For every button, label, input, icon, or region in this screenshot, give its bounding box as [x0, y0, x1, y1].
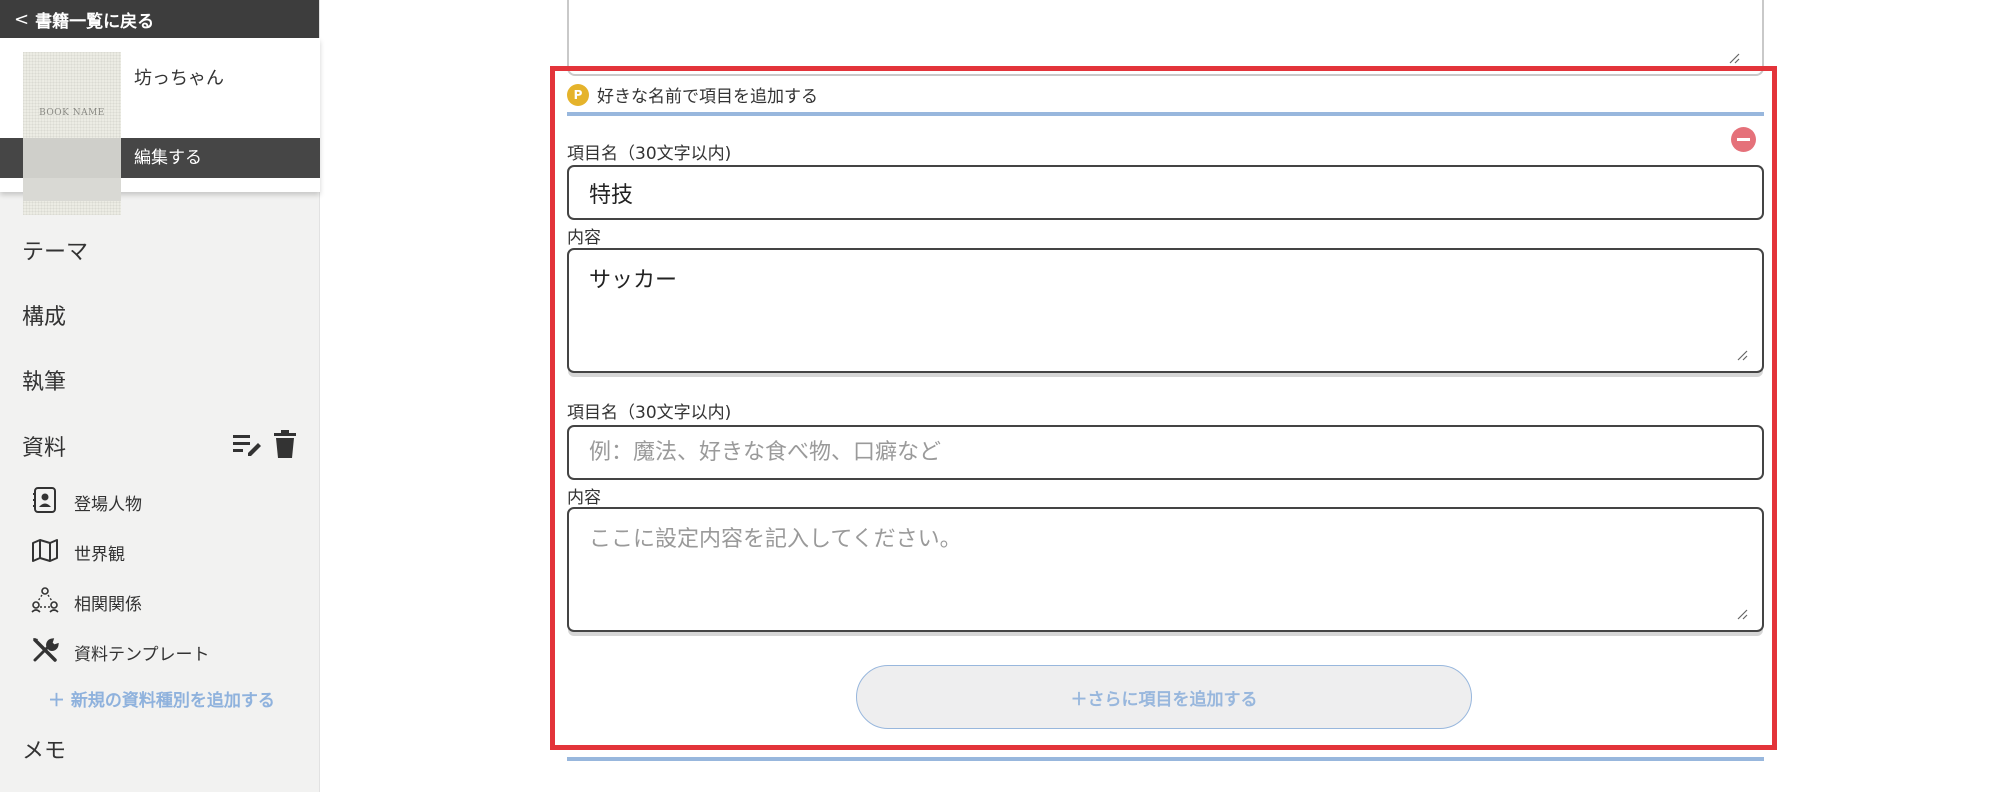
map-icon: [30, 535, 60, 570]
item-content-textarea[interactable]: サッカー: [567, 248, 1764, 373]
item-name-input[interactable]: [567, 425, 1764, 480]
bottom-divider: [567, 757, 1764, 761]
item-name-input[interactable]: [567, 165, 1764, 220]
nav-memo[interactable]: メモ: [22, 733, 66, 765]
book-title: 坊っちゃん: [134, 68, 224, 89]
person-card-icon: [30, 485, 60, 520]
material-item-relations[interactable]: 相関関係: [30, 585, 142, 620]
section-divider: [567, 112, 1764, 116]
tools-icon: [30, 635, 60, 670]
resize-grip-icon[interactable]: [1736, 608, 1748, 620]
sidebar: < 書籍一覧に戻る BOOK NAME 坊っちゃん 編集する テーマ 構成 執筆…: [0, 0, 320, 792]
item-name-label: 項目名（30文字以内): [567, 144, 732, 164]
add-material-type-link[interactable]: ＋ 新規の資料種別を追加する: [48, 686, 275, 711]
material-item-label: 世界観: [74, 545, 125, 565]
section-heading: P 好きな名前で項目を追加する: [567, 82, 818, 107]
material-item-world[interactable]: 世界観: [30, 535, 125, 570]
book-card: BOOK NAME 坊っちゃん 編集する: [0, 38, 320, 215]
cover-strip: [23, 138, 121, 178]
add-more-items-button[interactable]: ＋さらに項目を追加する: [856, 665, 1472, 729]
nav-materials[interactable]: 資料: [22, 430, 66, 462]
edit-book-button[interactable]: 編集する: [0, 138, 320, 178]
material-item-label: 相関関係: [74, 595, 142, 615]
relationship-icon: [30, 585, 60, 620]
book-cover: BOOK NAME: [23, 52, 121, 215]
material-item-template[interactable]: 資料テンプレート: [30, 635, 210, 670]
nav-writing[interactable]: 執筆: [22, 364, 66, 396]
trash-icon[interactable]: [274, 430, 296, 462]
resize-grip-icon[interactable]: [1728, 52, 1740, 64]
previous-textarea[interactable]: [567, 0, 1764, 76]
material-item-label: 資料テンプレート: [74, 645, 210, 665]
material-item-label: 登場人物: [74, 495, 142, 515]
cover-text: BOOK NAME: [39, 108, 105, 118]
remove-item-button[interactable]: [1731, 127, 1756, 152]
edit-label: 編集する: [134, 148, 202, 168]
nav-structure[interactable]: 構成: [22, 299, 66, 331]
coin-icon: P: [567, 83, 589, 106]
edit-list-icon[interactable]: [232, 431, 262, 461]
nav-theme[interactable]: テーマ: [22, 234, 88, 266]
chevron-left-icon: <: [14, 8, 30, 30]
item-content-textarea[interactable]: [567, 507, 1764, 632]
item-content-label: 内容: [567, 228, 601, 248]
section-title: 好きな名前で項目を追加する: [597, 87, 818, 107]
back-to-books-link[interactable]: < 書籍一覧に戻る: [0, 0, 319, 38]
resize-grip-icon[interactable]: [1736, 349, 1748, 361]
back-label: 書籍一覧に戻る: [35, 11, 155, 32]
item-name-label: 項目名（30文字以内): [567, 403, 732, 423]
material-item-characters[interactable]: 登場人物: [30, 485, 142, 520]
materials-tools: [232, 430, 296, 462]
item-content-label: 内容: [567, 488, 601, 508]
